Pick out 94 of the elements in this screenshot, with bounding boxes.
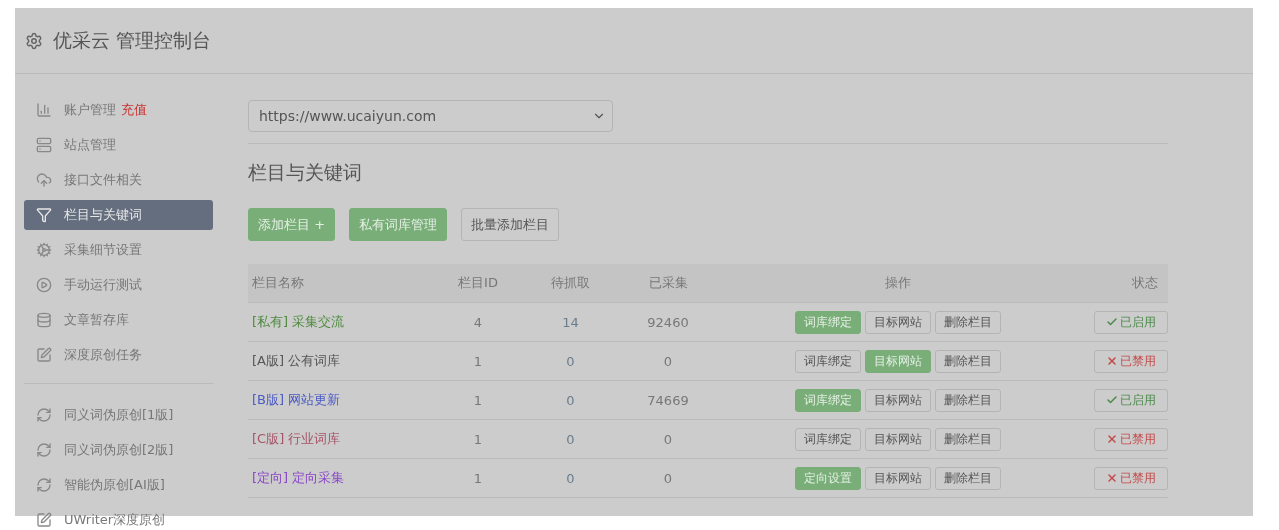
refresh-icon [36,477,52,493]
cloud-upload-icon [36,172,52,188]
status-button[interactable]: 已禁用 [1094,466,1168,490]
sidebar-label: 文章暂存库 [64,311,129,329]
sidebar-item[interactable]: 文章暂存库 [24,305,213,335]
table-cell-text: 4 [472,314,484,330]
toolbar-button[interactable]: 私有词库管理 [349,208,448,241]
table-cell-text: 1 [472,392,484,408]
status-button[interactable]: 已启用 [1094,388,1168,412]
action-button[interactable]: 词库绑定 [795,388,861,412]
close-icon [1106,433,1118,445]
sidebar-label: 采集细节设置 [64,241,142,259]
toolbar-button[interactable]: 添加栏目 + [248,208,336,241]
status-button[interactable]: 已禁用 [1094,349,1168,373]
close-icon [1106,355,1118,367]
sidebar-label: 深度原创任务 [64,346,142,364]
table-cell-text: 74669 [646,392,690,408]
sidebar-label: 栏目与关键词 [64,206,142,224]
column-header: 栏目ID [457,274,499,292]
bar-chart-icon [36,102,52,118]
server-icon [36,137,52,153]
site-select[interactable]: https://www.ucaiyun.com [248,100,613,132]
action-button[interactable]: 删除栏目 [935,388,1001,412]
table-cell-text: 1 [472,353,484,369]
toolbar-button[interactable]: 批量添加栏目 [461,208,560,241]
category-name: [A版] 公有词库 [251,352,342,370]
edit-icon [36,347,52,363]
action-button[interactable]: 删除栏目 [935,466,1001,490]
sidebar-label: 接口文件相关 [64,171,142,189]
sidebar-label: 智能伪原创[AI版] [64,476,165,494]
sidebar-item[interactable]: UWriter深度原创 [24,505,213,530]
settings-icon [25,31,43,50]
sidebar-label: 手动运行测试 [64,276,142,294]
table-cell-text: 0 [662,353,674,369]
column-header: 操作 [884,274,912,292]
database-icon [36,312,52,328]
table-cell-text: 1 [472,431,484,447]
category-name: [私有] 采集交流 [251,313,346,331]
column-header: 栏目名称 [251,274,305,292]
sidebar-item[interactable]: 账户管理 充值 [24,95,213,125]
action-button[interactable]: 删除栏目 [935,349,1001,373]
sidebar-item[interactable]: 智能伪原创[AI版] [24,470,213,500]
action-button[interactable]: 定向设置 [795,466,861,490]
check-icon [1106,394,1118,406]
action-button[interactable]: 目标网站 [865,427,931,451]
column-header: 待抓取 [550,274,591,292]
refresh-icon [36,407,52,423]
sidebar-item[interactable]: 站点管理 [24,130,213,160]
sidebar-item[interactable]: 同义词伪原创[1版] [24,400,213,430]
edit-icon [36,512,52,528]
close-icon [1106,472,1118,484]
check-icon [1106,316,1118,328]
action-button[interactable]: 删除栏目 [935,310,1001,334]
status-button[interactable]: 已禁用 [1094,427,1168,451]
refresh-icon [36,442,52,458]
sidebar-label: UWriter深度原创 [64,511,166,529]
sidebar-item[interactable]: 栏目与关键词 [24,200,213,230]
column-header: 已采集 [647,274,689,292]
table-cell-text: 0 [565,353,576,369]
status-button[interactable]: 已启用 [1094,310,1168,334]
action-button[interactable]: 删除栏目 [935,427,1001,451]
table-cell-text: 0 [565,392,576,408]
action-button[interactable]: 目标网站 [865,388,931,412]
category-name: [B版] 网站更新 [251,391,342,409]
table-cell-text: 0 [662,470,674,486]
sidebar-label: 账户管理 充值 [64,101,147,119]
category-name: [C版] 行业词库 [251,430,342,448]
sidebar-item[interactable]: 同义词伪原创[2版] [24,435,213,465]
action-button[interactable]: 词库绑定 [795,427,861,451]
play-icon [36,277,52,293]
table-cell-text: 14 [561,314,580,330]
category-name: [定向] 定向采集 [251,469,346,487]
action-button[interactable]: 词库绑定 [795,310,861,334]
sidebar-label: 同义词伪原创[1版] [64,406,174,424]
table-cell-text: 1 [472,470,484,486]
section-title: 栏目与关键词 [248,160,363,185]
filter-icon [36,207,52,223]
sidebar-item[interactable]: 深度原创任务 [24,340,213,370]
recharge-link[interactable]: 充值 [121,102,147,117]
sidebar-label: 同义词伪原创[2版] [64,441,174,459]
action-button[interactable]: 目标网站 [865,310,931,334]
table-cell-text: 0 [565,470,576,486]
table-cell-text: 0 [662,431,674,447]
sidebar-item[interactable]: 接口文件相关 [24,165,213,195]
sidebar-item[interactable]: 采集细节设置 [24,235,213,265]
action-button[interactable]: 目标网站 [865,466,931,490]
table-cell-text: 0 [565,431,576,447]
table-cell-text: 92460 [646,314,690,330]
sidebar-item[interactable]: 手动运行测试 [24,270,213,300]
column-header: 状态 [1131,274,1159,292]
action-button[interactable]: 词库绑定 [795,349,861,373]
app-title: 优采云 管理控制台 [53,27,212,53]
sidebar-label: 站点管理 [64,136,116,154]
action-button[interactable]: 目标网站 [865,349,931,373]
